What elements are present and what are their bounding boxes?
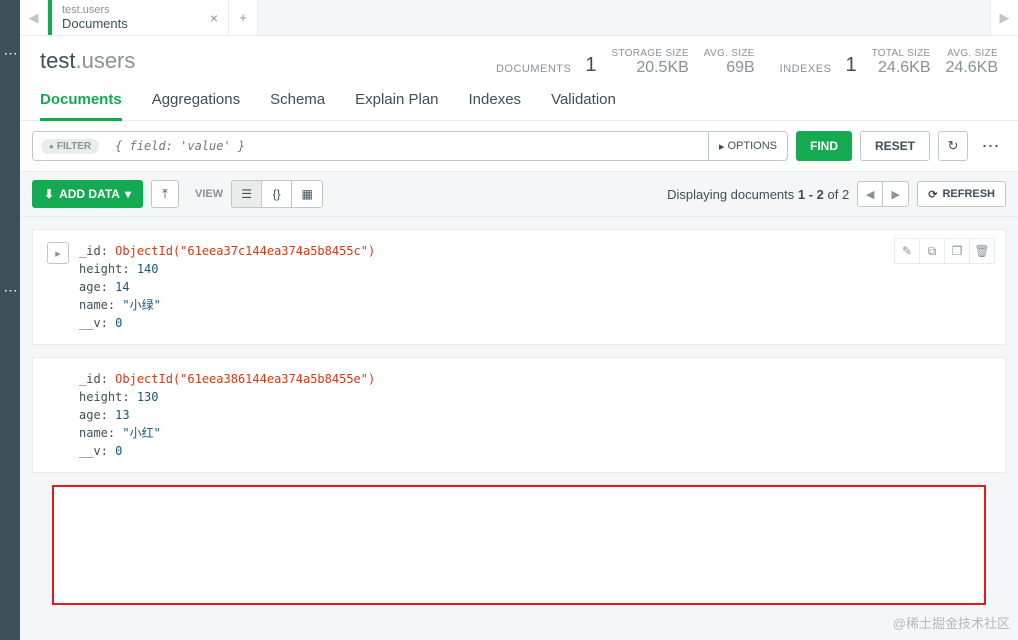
delete-icon[interactable]: 🗑 [969, 238, 995, 264]
field-row: age: 13 [79, 406, 991, 424]
field-row: name: "小红" [79, 424, 991, 442]
subtabs: Documents Aggregations Schema Explain Plan I… [20, 77, 1018, 121]
prev-page-button[interactable]: ◀ [857, 181, 883, 207]
view-table-icon[interactable]: ▦ [292, 181, 322, 207]
more-icon[interactable]: ⋯ [976, 131, 1006, 161]
view-label: VIEW [195, 188, 223, 200]
tab-documents[interactable]: Documents [40, 91, 122, 121]
nav-back-button[interactable]: ◀ [20, 0, 48, 35]
field-row: height: 140 [79, 260, 991, 278]
documents-label: DOCUMENTS [496, 63, 571, 77]
document-card[interactable]: ▸ _id: ObjectId("61eea37c144ea374a5b8455c… [32, 229, 1006, 345]
storage-size-stat: STORAGE SIZE 20.5KB [611, 48, 688, 77]
rail-icon-2[interactable]: ⋯ [4, 282, 17, 299]
history-icon[interactable]: ↻ [938, 131, 968, 161]
filter-bar: FILTER ▸ OPTIONS FIND RESET ↻ ⋯ [20, 121, 1018, 172]
indexes-count: 1 [845, 54, 856, 77]
field-row: _id: ObjectId("61eea386144ea374a5b8455e"… [79, 370, 991, 388]
edit-icon[interactable]: ✎ [894, 238, 920, 264]
nav-forward-button[interactable]: ▶ [990, 0, 1018, 35]
next-page-button[interactable]: ▶ [883, 181, 909, 207]
namespace-title: test.users [40, 48, 135, 74]
avg-size-stat: AVG. SIZE 69B [704, 48, 755, 77]
document-fields: _id: ObjectId("61eea386144ea374a5b8455e"… [79, 370, 991, 460]
tab-title: test.users [62, 4, 193, 16]
copy-icon[interactable]: ⧉ [919, 238, 945, 264]
view-list-icon[interactable]: ☰ [232, 181, 262, 207]
left-rail: ⋯ ⋯ [0, 0, 20, 640]
filter-badge: FILTER [41, 139, 99, 154]
options-button[interactable]: ▸ OPTIONS [708, 132, 787, 160]
field-row: name: "小绿" [79, 296, 991, 314]
caret-down-icon: ▾ [125, 187, 131, 201]
tab-explain-plan[interactable]: Explain Plan [355, 91, 438, 121]
filter-input-wrap: FILTER ▸ OPTIONS [32, 131, 788, 161]
field-row: __v: 0 [79, 314, 991, 332]
field-row: __v: 0 [79, 442, 991, 460]
watermark: @稀土掘金技术社区 [893, 613, 1010, 632]
tabbar: ◀ test.users Documents × + ▶ [20, 0, 1018, 36]
tab-schema[interactable]: Schema [270, 91, 325, 121]
document-card[interactable]: _id: ObjectId("61eea386144ea374a5b8455e"… [32, 357, 1006, 473]
field-row: age: 14 [79, 278, 991, 296]
refresh-icon: ⟳ [928, 188, 937, 201]
tab-indexes[interactable]: Indexes [469, 91, 522, 121]
tab-subtitle: Documents [62, 16, 193, 31]
refresh-button[interactable]: ⟳ REFRESH [917, 181, 1006, 207]
toolbar: ⬇ ADD DATA ▾ ⤒ VIEW ☰ {} ▦ Displaying do… [20, 172, 1018, 217]
idx-avg-size-stat: AVG. SIZE 24.6KB [946, 48, 998, 77]
add-tab-button[interactable]: + [228, 0, 258, 35]
collection-tab[interactable]: test.users Documents × [48, 0, 228, 35]
download-icon: ⬇ [44, 187, 54, 201]
tab-aggregations[interactable]: Aggregations [152, 91, 240, 121]
annotation-box [52, 485, 986, 605]
document-fields: _id: ObjectId("61eea37c144ea374a5b8455c"… [79, 242, 991, 332]
view-mode-group: ☰ {} ▦ [231, 180, 323, 208]
close-tab-icon[interactable]: × [210, 10, 218, 26]
tab-validation[interactable]: Validation [551, 91, 616, 121]
document-actions: ✎⧉❐🗑 [895, 238, 995, 264]
add-data-button[interactable]: ⬇ ADD DATA ▾ [32, 180, 143, 208]
total-size-stat: TOTAL SIZE 24.6KB [872, 48, 931, 77]
filter-input[interactable] [107, 139, 708, 153]
view-json-icon[interactable]: {} [262, 181, 292, 207]
collection-header: test.users DOCUMENTS 1 STORAGE SIZE 20.5… [20, 36, 1018, 77]
field-row: height: 130 [79, 388, 991, 406]
clone-icon[interactable]: ❐ [944, 238, 970, 264]
expand-icon[interactable]: ▸ [47, 242, 69, 264]
display-info: Displaying documents 1 - 2 of 2 [667, 187, 849, 202]
find-button[interactable]: FIND [796, 131, 852, 161]
document-list: ▸ _id: ObjectId("61eea37c144ea374a5b8455c… [20, 217, 1018, 640]
field-row: _id: ObjectId("61eea37c144ea374a5b8455c"… [79, 242, 991, 260]
reset-button[interactable]: RESET [860, 131, 930, 161]
rail-icon[interactable]: ⋯ [4, 45, 17, 62]
documents-count: 1 [585, 54, 596, 77]
pager: ◀ ▶ [857, 181, 909, 207]
import-button[interactable]: ⤒ [151, 180, 179, 208]
indexes-label: INDEXES [780, 63, 832, 77]
